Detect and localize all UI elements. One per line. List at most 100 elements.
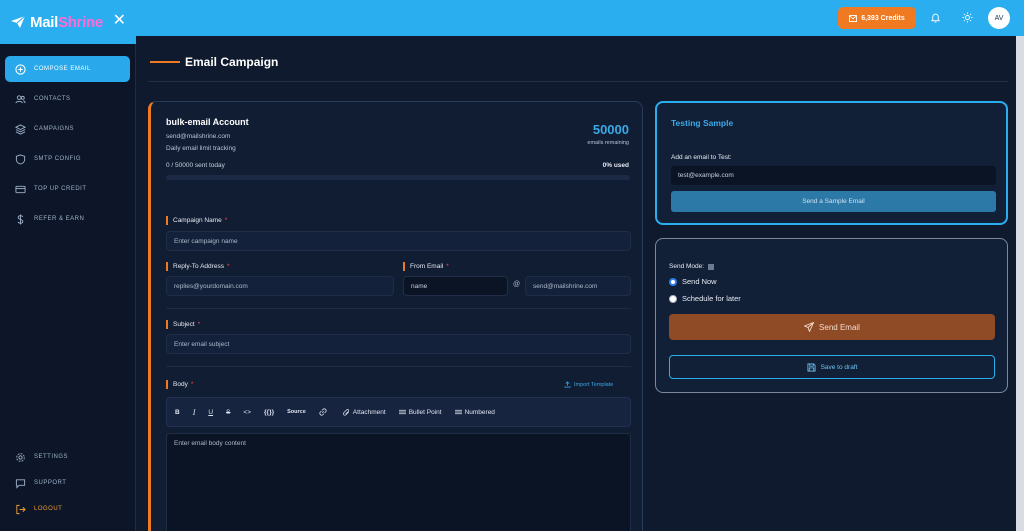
from-name-input[interactable]: name (403, 276, 508, 296)
plus-circle-icon (14, 63, 26, 75)
dollar-icon (14, 213, 26, 225)
save-icon (807, 362, 816, 372)
test-email-label: Add an email to Test: (671, 154, 732, 161)
sidebar-item-refer-earn[interactable]: REFER & EARN (5, 206, 130, 232)
section-divider (166, 366, 631, 367)
campaign-form-card: bulk-email Account send@mailshrine.com D… (148, 101, 643, 531)
sidebar-item-campaigns[interactable]: CAMPAIGNS (5, 116, 130, 142)
list-icon (398, 409, 406, 415)
bell-icon[interactable] (930, 12, 941, 23)
variable-button[interactable]: {{}} (264, 409, 274, 416)
account-title: bulk-email Account (166, 117, 249, 127)
emails-remaining-count: 50000 (592, 122, 629, 137)
page-scrollbar[interactable] (1016, 36, 1024, 531)
link-button[interactable] (319, 408, 330, 416)
strikethrough-button[interactable]: S (226, 409, 230, 416)
chat-icon (14, 477, 26, 489)
logo-plane-icon (11, 15, 26, 28)
body-label: Body * (166, 380, 193, 389)
mail-icon (849, 14, 858, 22)
upload-icon (564, 381, 571, 388)
send-mode-label: Send Mode: (669, 263, 715, 270)
required-mark: * (224, 217, 228, 224)
campaign-name-label: Campaign Name * (166, 216, 227, 225)
reply-to-input[interactable]: replies@yourdomain.com (166, 276, 394, 296)
app-root: MailShrine ✕ COMPOSE EMAIL CONTACTS CAMP… (0, 0, 1024, 531)
send-email-button[interactable]: Send Email (669, 314, 995, 340)
sidebar-item-contacts[interactable]: CONTACTS (5, 86, 130, 112)
sidebar-bottom-nav: SETTINGS SUPPORT LOGOUT (0, 444, 136, 522)
sidebar-item-smtp-config[interactable]: SMTP CONFIG (5, 146, 130, 172)
account-subtitle: Daily email limit tracking (166, 145, 236, 152)
sidebar-header: MailShrine ✕ (0, 0, 136, 44)
required-mark: * (190, 381, 194, 388)
send-options-card: Send Mode: Send Now Schedule for later S… (655, 238, 1008, 393)
from-domain-field: send@mailshrine.com (525, 276, 631, 296)
reply-to-label: Reply-To Address * (166, 262, 229, 271)
paper-plane-icon (804, 322, 815, 332)
send-now-radio[interactable] (669, 277, 677, 286)
send-sample-email-button[interactable]: Send a Sample Email (671, 191, 996, 212)
sidebar-item-top-up-credit[interactable]: TOP UP CREDIT (5, 176, 130, 202)
schedule-later-option[interactable]: Schedule for later (669, 294, 741, 303)
testing-sample-card: Testing Sample Add an email to Test: tes… (655, 101, 1008, 225)
save-to-draft-button[interactable]: Save to draft (669, 355, 995, 379)
avatar[interactable]: AV (988, 7, 1010, 29)
test-email-input[interactable]: test@example.com (671, 166, 996, 185)
sidebar-item-label: SETTINGS (34, 454, 69, 460)
code-button[interactable]: <> (243, 409, 251, 416)
sun-icon[interactable] (962, 12, 973, 23)
source-button[interactable]: Source (287, 409, 306, 415)
schedule-later-label: Schedule for later (682, 294, 741, 303)
users-icon (14, 93, 26, 105)
sidebar-item-label: CAMPAIGNS (34, 126, 75, 132)
import-template-button[interactable]: Import Template (564, 381, 613, 388)
usage-progress-bar (166, 175, 630, 180)
sidebar-item-label: TOP UP CREDIT (34, 186, 87, 192)
bold-button[interactable]: B (175, 409, 180, 416)
page-header: Email Campaign (148, 52, 1008, 82)
italic-button[interactable]: I (193, 408, 196, 417)
required-mark: * (197, 321, 201, 328)
sidebar-item-support[interactable]: SUPPORT (5, 470, 130, 496)
sidebar-item-settings[interactable]: SETTINGS (5, 444, 130, 470)
sidebar-item-compose-email[interactable]: COMPOSE EMAIL (5, 56, 130, 82)
bullet-list-button[interactable]: Bullet Point (398, 409, 442, 416)
sidebar-item-label: CONTACTS (34, 96, 71, 102)
send-now-option[interactable]: Send Now (669, 277, 717, 286)
layers-icon (14, 123, 26, 135)
close-sidebar-icon[interactable]: ✕ (113, 13, 126, 29)
title-accent-bar (150, 61, 180, 63)
sidebar-item-label: COMPOSE EMAIL (34, 66, 91, 72)
subject-label: Subject * (166, 320, 200, 329)
sent-today-text: 0 / 50000 sent today (166, 162, 225, 169)
paperclip-icon (342, 408, 349, 416)
schedule-later-radio[interactable] (669, 294, 677, 303)
sidebar-item-label: LOGOUT (34, 506, 63, 512)
email-body-editor[interactable]: Enter email body content (166, 433, 631, 531)
section-divider (166, 308, 631, 309)
credits-label: 6,393 Credits (861, 14, 905, 22)
numbered-list-button[interactable]: Numbered (454, 409, 495, 416)
sidebar-item-logout[interactable]: LOGOUT (5, 496, 130, 522)
campaign-name-input[interactable]: Enter campaign name (166, 231, 631, 251)
account-email: send@mailshrine.com (166, 133, 231, 140)
editor-toolbar: B I U S <> {{}} Source Attachment Bullet… (166, 397, 631, 427)
subject-input[interactable]: Enter email subject (166, 334, 631, 354)
credits-button[interactable]: 6,393 Credits (838, 7, 916, 29)
logout-icon (14, 503, 26, 515)
emails-remaining-label: emails remaining (587, 140, 629, 146)
sidebar-item-label: REFER & EARN (34, 216, 85, 222)
required-mark: * (446, 263, 449, 270)
attachment-button[interactable]: Attachment (342, 408, 386, 416)
underline-button[interactable]: U (208, 409, 213, 416)
link-icon (319, 408, 327, 416)
sidebar-nav: COMPOSE EMAIL CONTACTS CAMPAIGNS SMTP CO… (0, 56, 136, 236)
topbar: 6,393 Credits AV (136, 0, 1024, 36)
at-sign: @ (513, 281, 521, 288)
numbered-list-icon (454, 409, 462, 415)
page-title: Email Campaign (185, 55, 279, 69)
sidebar: MailShrine ✕ COMPOSE EMAIL CONTACTS CAMP… (0, 0, 136, 531)
sidebar-item-label: SMTP CONFIG (34, 156, 82, 162)
shield-icon (14, 153, 26, 165)
